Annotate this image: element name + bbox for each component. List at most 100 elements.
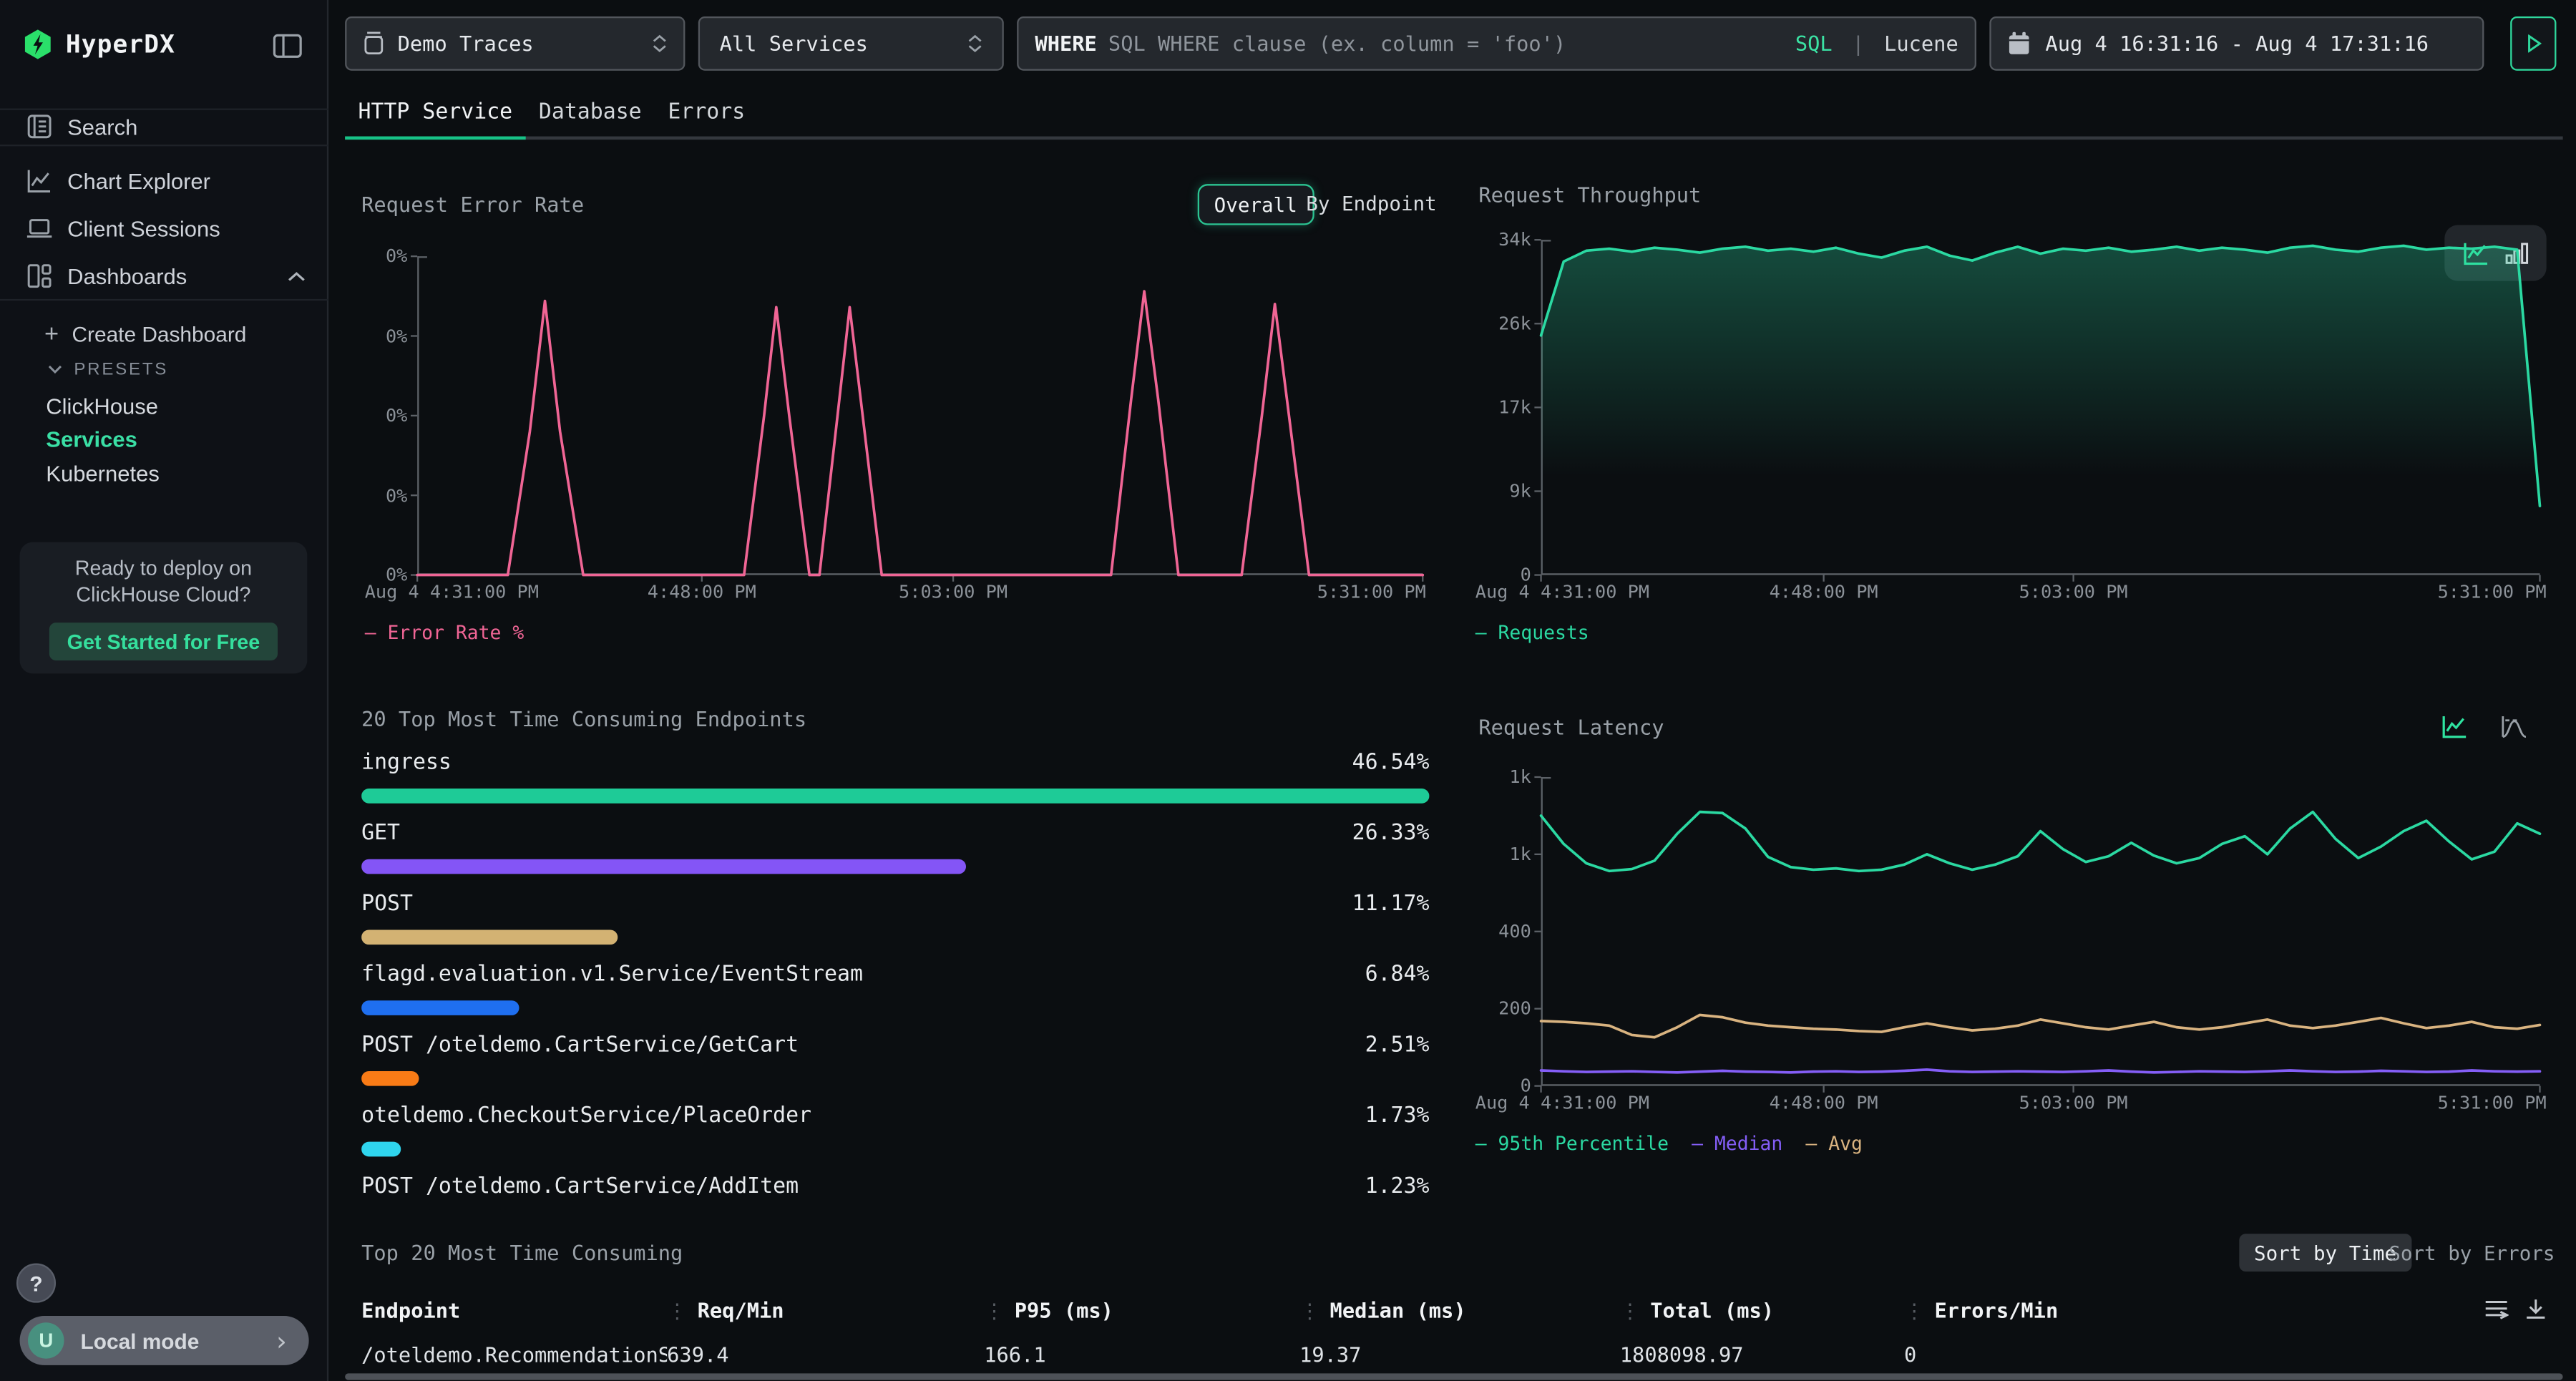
sql-mode-toggle[interactable]: SQL (1795, 31, 1833, 56)
chevron-up-icon[interactable] (288, 270, 306, 282)
line-chart-icon[interactable] (2441, 715, 2468, 739)
sidebar-item-kubernetes[interactable]: Kubernetes (0, 460, 328, 487)
source-select[interactable]: Demo Traces (345, 16, 685, 71)
sidebar-item-dashboards[interactable]: Dashboards (0, 255, 328, 298)
column-header[interactable]: Endpoint (361, 1298, 667, 1322)
table-row[interactable]: /oteldemo.RecommendationServ639.4166.119… (361, 1342, 2481, 1367)
table-cell: /oteldemo.RecommendationServ (361, 1342, 667, 1367)
endpoint-bar (361, 929, 618, 945)
avatar: U (28, 1322, 64, 1359)
error-rate-chart[interactable]: 0%0%0%0%0%Aug 4 4:31:00 PM4:48:00 PM5:03… (365, 256, 1426, 644)
endpoint-bar (361, 1142, 401, 1157)
chart-explorer-icon (24, 167, 52, 195)
calendar-icon (2008, 31, 2031, 56)
sidebar-item-clickhouse[interactable]: ClickHouse (0, 393, 328, 419)
endpoint-bar (361, 859, 965, 874)
x-tick-label: 5:31:00 PM (2438, 1093, 2547, 1114)
download-icon[interactable] (2525, 1298, 2547, 1319)
sort-by-errors-button[interactable]: Sort by Errors (2386, 1234, 2558, 1272)
column-header[interactable]: ⋮ Errors/Min (1904, 1298, 2152, 1322)
column-header[interactable]: ⋮P95 (ms) (984, 1298, 1299, 1322)
drag-handle-icon[interactable]: ⋮ (1620, 1298, 1641, 1322)
date-range-picker[interactable]: Aug 4 16:31:16 - Aug 4 17:31:16 (1989, 16, 2484, 71)
legend-item[interactable]: — Error Rate % (365, 621, 525, 644)
endpoints-list: ingress46.54% GET26.33% POST11.17% flagd.ev… (361, 748, 1429, 1204)
endpoint-row[interactable]: POST /oteldemo.CartService/AddItem1.23% (361, 1171, 1429, 1201)
sidebar-item-services[interactable]: Services (0, 426, 328, 452)
lucene-mode-toggle[interactable]: Lucene (1884, 31, 1958, 56)
plot-area[interactable] (1541, 777, 2540, 1086)
drag-handle-icon[interactable]: ⋮ (667, 1298, 688, 1322)
tab-http-service[interactable]: HTTP Service (345, 94, 525, 137)
endpoint-list-item[interactable]: GET26.33% (361, 818, 1429, 874)
x-axis: Aug 4 4:31:00 PM4:48:00 PM5:03:00 PM5:31… (1475, 1093, 2547, 1114)
source-select-value: Demo Traces (398, 31, 534, 56)
drag-handle-icon[interactable]: ⋮ (1299, 1298, 1320, 1322)
endpoint-row[interactable]: POST11.17% (361, 889, 1429, 918)
throughput-chart[interactable]: 34k26k17k9k0Aug 4 4:31:00 PM4:48:00 PM5:… (1475, 240, 2547, 644)
horizontal-scrollbar[interactable] (345, 1373, 2562, 1380)
plot-area[interactable] (417, 256, 1423, 575)
drag-handle-icon[interactable]: ⋮ (984, 1298, 1005, 1322)
column-settings-icon[interactable] (2484, 1298, 2508, 1319)
table-cell: 1808098.97 (1620, 1342, 1904, 1367)
legend-item[interactable]: — 95th Percentile (1475, 1132, 1669, 1155)
search-journal-icon (24, 112, 52, 140)
endpoint-percent: 1.73% (1365, 1103, 1430, 1128)
tab-database[interactable]: Database (526, 94, 655, 137)
x-tick-label: 4:48:00 PM (1770, 582, 1878, 603)
clickhouse-cloud-promo: Ready to deploy on ClickHouse Cloud? Get… (20, 542, 308, 674)
sidebar-item-client-sessions[interactable]: Client Sessions (0, 207, 328, 250)
x-tick-label: Aug 4 4:31:00 PM (1475, 582, 1649, 603)
endpoint-list-item[interactable]: POST11.17% (361, 889, 1429, 945)
endpoint-row[interactable]: GET26.33% (361, 818, 1429, 847)
service-select[interactable]: All Services (698, 16, 1004, 71)
divider (0, 299, 328, 301)
endpoint-list-item[interactable]: POST /oteldemo.CartService/AddItem1.23% (361, 1171, 1429, 1201)
sidebar-collapse-icon[interactable] (273, 33, 302, 59)
column-header[interactable]: ⋮Median (ms) (1299, 1298, 1620, 1322)
legend-item[interactable]: — Median (1692, 1132, 1782, 1155)
run-query-button[interactable] (2510, 16, 2556, 71)
endpoint-list-item[interactable]: ingress46.54% (361, 748, 1429, 804)
latency-chart[interactable]: 1k1k4002000Aug 4 4:31:00 PM4:48:00 PM5:0… (1475, 777, 2547, 1155)
endpoint-list-item[interactable]: POST /oteldemo.CartService/GetCart2.51% (361, 1030, 1429, 1086)
endpoint-list-item[interactable]: oteldemo.CheckoutService/PlaceOrder1.73% (361, 1101, 1429, 1156)
column-header[interactable]: ⋮Req/Min (667, 1298, 984, 1322)
endpoint-list-item[interactable]: flagd.evaluation.v1.Service/EventStream6… (361, 960, 1429, 1015)
legend-item[interactable]: — Avg (1805, 1132, 1862, 1155)
drag-handle-icon[interactable]: ⋮ (1904, 1298, 1925, 1322)
help-button[interactable]: ? (16, 1264, 56, 1303)
y-axis: 0%0%0%0%0% (365, 256, 417, 575)
endpoint-bar (361, 789, 1429, 804)
by-endpoint-toggle[interactable]: By Endpoint (1306, 192, 1436, 215)
create-dashboard-button[interactable]: + Create Dashboard (0, 321, 328, 347)
table-header-row: Endpoint⋮Req/Min⋮P95 (ms)⋮Median (ms)⋮To… (361, 1298, 2481, 1322)
endpoint-row[interactable]: ingress46.54% (361, 748, 1429, 777)
app-root: HyperDX Search Chart Explorer (0, 0, 2576, 1381)
endpoint-row[interactable]: POST /oteldemo.CartService/GetCart2.51% (361, 1030, 1429, 1060)
sidebar-item-search[interactable]: Search (0, 105, 328, 148)
column-header-label: Errors/Min (1934, 1298, 2058, 1322)
endpoint-row[interactable]: flagd.evaluation.v1.Service/EventStream6… (361, 960, 1429, 989)
sidebar-item-chart-explorer[interactable]: Chart Explorer (0, 160, 328, 202)
presets-group-toggle[interactable]: PRESETS (0, 358, 328, 381)
where-input[interactable]: WHERE SQL WHERE clause (ex. column = 'fo… (1017, 16, 1976, 71)
user-menu[interactable]: U Local mode › (20, 1316, 309, 1365)
legend-item[interactable]: — Requests (1475, 621, 1589, 644)
overall-toggle-button[interactable]: Overall (1198, 184, 1314, 225)
where-placeholder: SQL WHERE clause (ex. column = 'foo') (1108, 31, 1784, 56)
get-started-button[interactable]: Get Started for Free (49, 623, 278, 660)
distribution-chart-icon[interactable] (2500, 715, 2528, 739)
endpoint-percent: 11.17% (1352, 892, 1430, 916)
y-tick-label: 200 (1498, 998, 1531, 1020)
tab-errors[interactable]: Errors (655, 94, 758, 137)
database-icon (363, 31, 384, 56)
column-header[interactable]: ⋮Total (ms) (1620, 1298, 1904, 1322)
plot-area[interactable] (1541, 240, 2540, 575)
y-axis: 34k26k17k9k0 (1475, 240, 1541, 575)
endpoint-percent: 1.23% (1365, 1173, 1430, 1198)
endpoints-panel-title: 20 Top Most Time Consuming Endpoints (361, 706, 806, 731)
brand[interactable]: HyperDX (23, 29, 175, 59)
endpoint-row[interactable]: oteldemo.CheckoutService/PlaceOrder1.73% (361, 1101, 1429, 1130)
